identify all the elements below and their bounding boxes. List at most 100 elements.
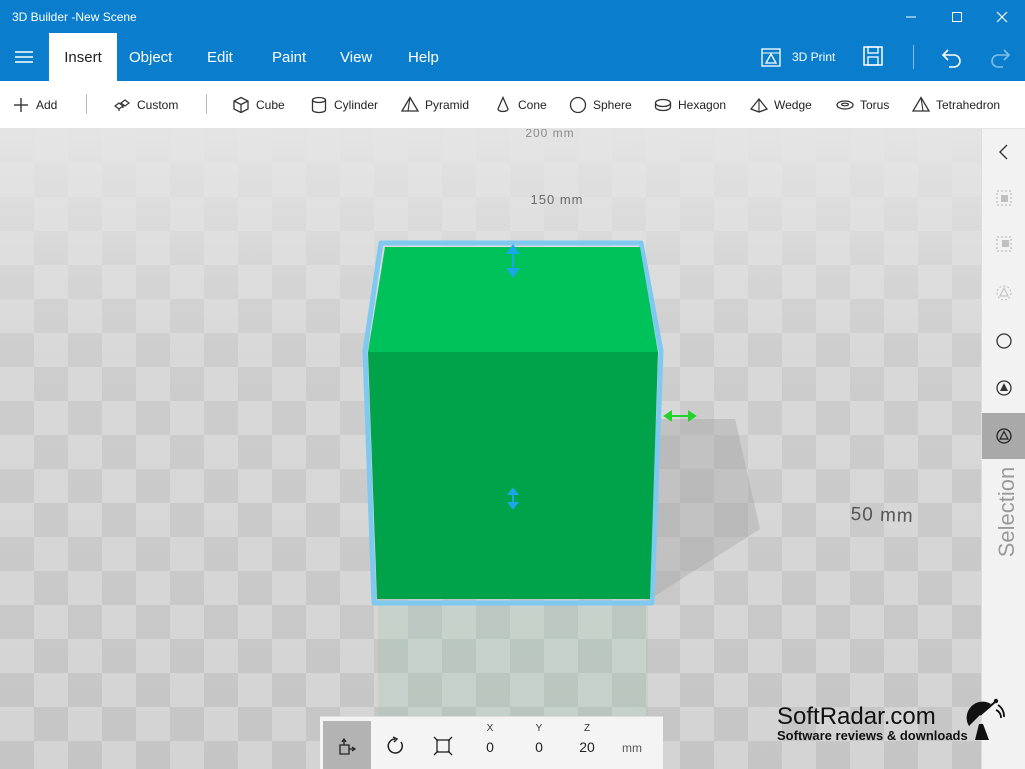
tab-help[interactable]: Help [408, 33, 439, 81]
menu-divider [913, 45, 914, 69]
cube-button[interactable]: Cube [232, 81, 285, 129]
select-invert-icon [996, 236, 1012, 252]
cylinder-button[interactable]: Cylinder [310, 81, 378, 129]
menu-bar: Insert Object Edit Paint View Help 3D Pr… [0, 33, 1025, 81]
z-coordinate-input[interactable]: 20 [572, 739, 602, 755]
save-button[interactable] [862, 45, 884, 67]
custom-shapes-icon [114, 99, 130, 111]
select-object-button[interactable] [982, 318, 1025, 364]
close-icon [996, 11, 1008, 22]
cone-button[interactable]: Cone [494, 81, 547, 129]
toolbar-divider [86, 94, 87, 114]
cylinder-label: Cylinder [334, 98, 379, 112]
select-all-icon [996, 190, 1012, 206]
pyramid-label: Pyramid [425, 98, 470, 112]
tab-paint[interactable]: Paint [272, 33, 306, 81]
satellite-dish-icon [966, 698, 1005, 740]
tab-edit[interactable]: Edit [207, 33, 233, 81]
circle-select-icon [996, 333, 1012, 349]
hamburger-menu-icon [15, 51, 33, 63]
selection-panel-label: Selection [994, 466, 1019, 558]
tetrahedron-icon [912, 96, 930, 112]
add-button[interactable]: Add [12, 81, 57, 129]
rotate-icon [387, 735, 403, 754]
watermark-name: SoftRadar.com [777, 703, 936, 730]
maximize-button[interactable] [934, 0, 980, 33]
ruler-label-200: 200 mm [525, 129, 574, 140]
redo-icon [991, 49, 1011, 68]
move-icon [339, 737, 357, 755]
triangle-select-icon [996, 428, 1012, 444]
select-face-icon [996, 285, 1012, 301]
custom-label: Custom [137, 98, 179, 112]
3d-print-icon [761, 48, 781, 67]
save-icon [863, 46, 883, 66]
scale-tool-button[interactable] [419, 721, 467, 769]
scene-canvas: 200 mm 150 mm 50 mm [0, 129, 981, 769]
minimize-button[interactable] [888, 0, 934, 33]
tab-insert[interactable]: Insert [49, 33, 117, 81]
toolbar-divider [206, 94, 207, 114]
sphere-icon [569, 96, 587, 114]
torus-button[interactable]: Torus [836, 81, 889, 129]
select-mesh-button[interactable] [982, 365, 1025, 411]
unit-selector[interactable]: mm [622, 741, 642, 755]
hamburger-button[interactable] [0, 33, 48, 81]
select-face-button[interactable] [982, 270, 1025, 316]
3d-print-label: 3D Print [792, 50, 836, 64]
cube-icon [233, 96, 249, 114]
undo-icon [941, 49, 961, 68]
maximize-icon [952, 11, 962, 22]
softradar-watermark: SoftRadar.com Software reviews & downloa… [777, 703, 968, 743]
cone-icon [497, 96, 509, 113]
tab-object[interactable]: Object [129, 33, 172, 81]
close-button[interactable] [979, 0, 1025, 33]
tetrahedron-label: Tetrahedron [936, 98, 1001, 112]
3d-print-button[interactable]: 3D Print [760, 33, 835, 81]
torus-icon [836, 100, 854, 110]
select-triangle-button[interactable] [982, 413, 1025, 459]
watermark-tagline: Software reviews & downloads [777, 728, 968, 743]
wedge-label: Wedge [774, 98, 812, 112]
pyramid-button[interactable]: Pyramid [401, 81, 469, 129]
transform-bar: X 0 Y 0 Z 20 mm [320, 716, 663, 769]
scale-icon [433, 736, 453, 755]
wedge-button[interactable]: Wedge [750, 81, 812, 129]
z-coordinate-label: Z [583, 723, 591, 734]
y-coordinate-input[interactable]: 0 [524, 739, 554, 755]
select-all-button[interactable] [982, 175, 1025, 221]
plus-icon [14, 98, 28, 112]
x-coordinate-input[interactable]: 0 [475, 739, 505, 755]
y-coordinate-label: Y [535, 723, 543, 734]
minimize-icon [906, 16, 916, 17]
move-tool-button[interactable] [323, 721, 371, 769]
tab-view[interactable]: View [340, 33, 372, 81]
cube-front-face[interactable] [368, 352, 658, 599]
chevron-left-icon [999, 144, 1008, 160]
ruler-label-50: 50 mm [850, 504, 914, 527]
selection-panel [981, 129, 1025, 769]
collapse-panel-button[interactable] [982, 129, 1025, 175]
select-invert-button[interactable] [982, 221, 1025, 267]
window-title: 3D Builder -New Scene [12, 10, 137, 24]
undo-button[interactable] [940, 45, 964, 69]
add-label: Add [36, 98, 58, 112]
x-coordinate-label: X [486, 723, 494, 734]
pyramid-icon [401, 96, 419, 112]
cone-label: Cone [518, 98, 547, 112]
title-bar: 3D Builder -New Scene [0, 0, 1025, 33]
hexagon-button[interactable]: Hexagon [654, 81, 726, 129]
custom-button[interactable]: Custom [113, 81, 178, 129]
scene-viewport[interactable]: 200 mm 150 mm 50 mm [0, 129, 981, 769]
wedge-icon [750, 97, 768, 113]
redo-button[interactable] [988, 45, 1012, 69]
mesh-select-icon [996, 380, 1012, 396]
rotate-tool-button[interactable] [371, 721, 419, 769]
sphere-button[interactable]: Sphere [569, 81, 632, 129]
cylinder-icon [311, 96, 327, 114]
sphere-label: Sphere [593, 98, 632, 112]
tetrahedron-button[interactable]: Tetrahedron [912, 81, 1000, 129]
hexagon-icon [654, 98, 672, 112]
hexagon-label: Hexagon [678, 98, 727, 112]
torus-label: Torus [860, 98, 890, 112]
